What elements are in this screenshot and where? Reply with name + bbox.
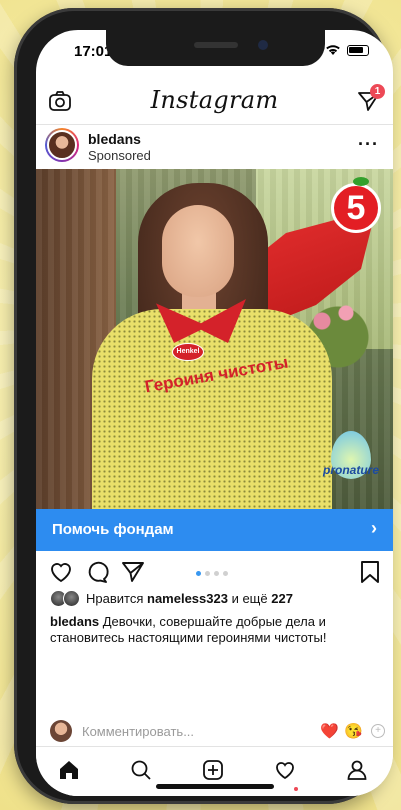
add-post-icon[interactable] <box>202 759 224 786</box>
top-bar: Instagram 1 <box>36 80 393 125</box>
search-icon[interactable] <box>130 759 152 786</box>
app-logo: Instagram <box>150 86 279 114</box>
carousel-dot <box>205 571 210 576</box>
phone-frame: 17:01 Instagram 1 bledans Sponsored ··· <box>14 8 393 804</box>
likes-text: Нравится nameless323 и ещё 227 <box>86 591 293 606</box>
yellow-dress <box>92 309 332 509</box>
add-icon[interactable]: + <box>371 724 385 738</box>
share-icon[interactable] <box>120 560 146 589</box>
comment-input[interactable]: Комментировать... <box>82 724 194 739</box>
comment-row: Комментировать... ❤️ 😘 + <box>36 718 393 746</box>
activity-icon[interactable] <box>274 759 296 786</box>
carousel-dot <box>214 571 219 576</box>
kiss-emoji-reaction[interactable]: 😘 <box>344 722 363 740</box>
carousel-dot <box>223 571 228 576</box>
liker-avatar <box>63 590 80 607</box>
chevron-right-icon: › <box>371 518 377 538</box>
pyaterochka-logo: 5 <box>331 183 381 233</box>
leaf-icon <box>353 177 369 186</box>
home-indicator[interactable] <box>156 784 274 789</box>
heart-emoji-reaction[interactable]: ❤️ <box>320 722 339 740</box>
post-header: bledans Sponsored ··· <box>36 126 393 168</box>
wifi-icon <box>326 45 340 55</box>
post-username[interactable]: bledans <box>88 131 141 147</box>
activity-dot <box>294 787 298 791</box>
pronature-logo: pronature <box>319 431 383 491</box>
cta-label: Помочь фондам <box>52 521 174 538</box>
likes-row[interactable]: Нравится nameless323 и ещё 227 <box>50 590 293 607</box>
sponsored-label: Sponsored <box>88 148 151 163</box>
home-icon[interactable] <box>58 759 80 786</box>
henkel-logo: Henkel <box>172 343 204 361</box>
avatar <box>50 720 72 742</box>
comment-icon[interactable] <box>84 560 110 589</box>
bookmark-icon[interactable] <box>359 560 381 589</box>
carousel-indicator <box>196 571 228 576</box>
caption-author[interactable]: bledans <box>50 614 99 629</box>
battery-icon <box>347 44 369 56</box>
phone-notch <box>106 30 325 66</box>
avatar[interactable] <box>45 128 79 162</box>
carousel-dot <box>196 571 201 576</box>
direct-message-icon[interactable]: 1 <box>357 84 385 117</box>
dm-badge: 1 <box>370 84 385 99</box>
woman-face <box>162 205 234 297</box>
more-options-icon[interactable]: ··· <box>358 134 379 155</box>
cta-button[interactable]: Помочь фондам › <box>36 509 393 551</box>
post-actions <box>36 554 393 594</box>
heart-icon[interactable] <box>48 560 74 589</box>
profile-icon[interactable] <box>346 759 368 786</box>
post-image[interactable]: Henkel Героиня чистоты 5 pronature <box>36 169 393 509</box>
phone-screen: 17:01 Instagram 1 bledans Sponsored ··· <box>36 30 393 796</box>
post-caption: bledans Девочки, совершайте добрые дела … <box>50 614 360 646</box>
